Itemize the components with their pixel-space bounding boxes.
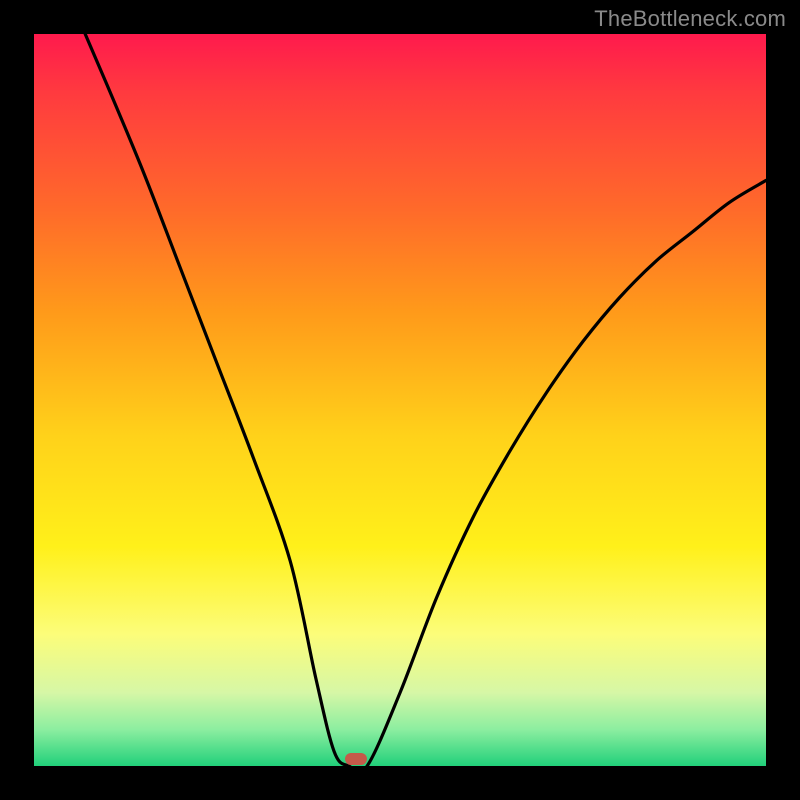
bottleneck-curve xyxy=(34,34,766,766)
min-marker xyxy=(345,753,367,765)
chart-frame: TheBottleneck.com xyxy=(0,0,800,800)
watermark-text: TheBottleneck.com xyxy=(594,6,786,32)
plot-area xyxy=(34,34,766,766)
